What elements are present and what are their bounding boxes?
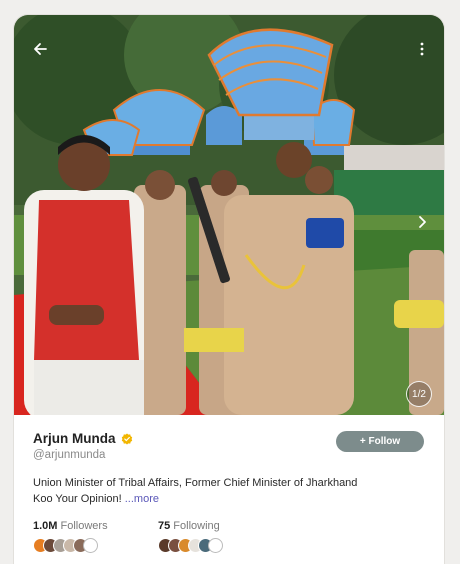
profile-card: 1/2 Arjun Munda @arjunmunda + Follow Uni…: [14, 15, 444, 564]
avatar-rows: [33, 538, 424, 553]
profile-name[interactable]: Arjun Munda: [33, 431, 116, 446]
bio-line-1: Union Minister of Tribal Affairs, Former…: [33, 477, 358, 489]
profile-bio: Union Minister of Tribal Affairs, Former…: [33, 475, 424, 507]
more-vertical-icon: [420, 42, 424, 56]
following-label: Following: [170, 520, 220, 532]
verified-badge-icon: [121, 433, 132, 444]
profile-info: Arjun Munda @arjunmunda + Follow Union M…: [14, 415, 444, 564]
followers-avatars[interactable]: [33, 538, 158, 553]
post-photo[interactable]: 1/2: [14, 15, 444, 415]
avatar: [208, 538, 223, 553]
image-counter: 1/2: [406, 381, 432, 407]
followers-count: 1.0M: [33, 520, 58, 532]
follow-button[interactable]: + Follow: [336, 431, 424, 452]
next-image-button[interactable]: [408, 208, 436, 236]
back-button[interactable]: [26, 35, 54, 63]
bio-line-2: Koo Your Opinion! ...more: [33, 491, 424, 507]
following-avatars[interactable]: [158, 538, 283, 553]
post-image: [14, 15, 444, 415]
following-count: 75: [158, 520, 171, 532]
arrow-left-icon: [34, 43, 47, 55]
following-stat[interactable]: 75 Following: [158, 520, 220, 532]
avatar: [83, 538, 98, 553]
more-options-button[interactable]: [408, 35, 436, 63]
followers-label: Followers: [57, 520, 108, 532]
followers-stat[interactable]: 1.0M Followers: [33, 520, 158, 532]
profile-stats: 1.0M Followers 75 Following: [33, 520, 424, 532]
chevron-right-icon: [419, 216, 426, 228]
bio-more-link[interactable]: ...more: [125, 493, 159, 505]
bio-line-2-text: Koo Your Opinion!: [33, 493, 125, 505]
